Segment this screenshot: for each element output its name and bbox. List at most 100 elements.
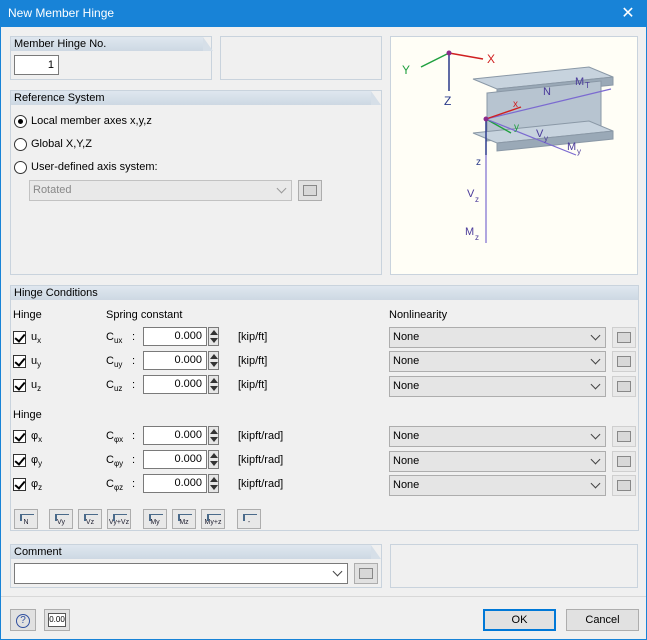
- colon: :: [132, 454, 136, 466]
- axis-label-Y: Y: [402, 63, 410, 77]
- edit-icon: [617, 480, 631, 491]
- spinner-cphiy[interactable]: [208, 450, 219, 469]
- comment-input[interactable]: [14, 563, 348, 584]
- radio-user-defined-axes[interactable]: [14, 161, 27, 174]
- radio-local-axes-label: Local member axes x,y,z: [31, 115, 152, 127]
- radio-user-defined-axes-label: User-defined axis system:: [31, 161, 158, 173]
- nonlinearity-select-uy[interactable]: None: [389, 351, 606, 372]
- spinner-cux[interactable]: [208, 327, 219, 346]
- axis-label-Z: Z: [444, 94, 451, 108]
- spinner-cphix[interactable]: [208, 426, 219, 445]
- spring-input-cuy[interactable]: 0.000: [143, 351, 207, 370]
- hinge-info-box: [220, 36, 382, 80]
- member-hinge-no-group: Member Hinge No. 1: [10, 36, 213, 80]
- spring-input-cphiy[interactable]: 0.000: [143, 450, 207, 469]
- nonlinearity-edit-button-phix[interactable]: [612, 426, 636, 447]
- release-Vyz-button[interactable]: Vy+Vz: [107, 509, 131, 529]
- release-Mz-button[interactable]: Mz: [172, 509, 196, 529]
- release-none-button[interactable]: -: [237, 509, 261, 529]
- spring-constant-column-header: Spring constant: [106, 309, 183, 321]
- spinner-cuz[interactable]: [208, 375, 219, 394]
- nonlinearity-select-uz[interactable]: None: [389, 376, 606, 397]
- library-icon: [359, 568, 373, 579]
- spring-input-cphix[interactable]: 0.000: [143, 426, 207, 445]
- chevron-down-icon: [276, 183, 287, 194]
- release-N-button[interactable]: N: [14, 509, 38, 529]
- force-label-Vz: V: [467, 188, 475, 200]
- nonlinearity-edit-button-uy[interactable]: [612, 351, 636, 372]
- checkbox-phix[interactable]: [13, 430, 26, 443]
- checkbox-phiz[interactable]: [13, 478, 26, 491]
- nonlinearity-select-ux[interactable]: None: [389, 327, 606, 348]
- hinge-label-phix: φx: [31, 430, 42, 444]
- comment-library-button[interactable]: [354, 563, 378, 584]
- axis-label-x: x: [513, 99, 518, 110]
- member-hinge-no-header: Member Hinge No.: [11, 37, 213, 51]
- radio-local-axes[interactable]: [14, 115, 27, 128]
- comment-group: Comment: [10, 544, 382, 588]
- units-button[interactable]: 0.00: [44, 609, 70, 631]
- chevron-down-icon: [590, 429, 601, 440]
- hinge-sub: y: [38, 459, 43, 469]
- nonlinearity-value: None: [393, 455, 420, 467]
- moment-label-My-sub: y: [577, 147, 581, 156]
- nonlinearity-select-phix[interactable]: None: [389, 426, 606, 447]
- spring-symbol: C: [106, 331, 114, 343]
- nonlinearity-select-phiy[interactable]: None: [389, 451, 606, 472]
- release-My-button[interactable]: My: [143, 509, 167, 529]
- chevron-down-icon: [590, 354, 601, 365]
- spring-input-cux[interactable]: 0.000: [143, 327, 207, 346]
- close-icon[interactable]: ✕: [618, 4, 638, 24]
- spring-sub: φx: [113, 435, 124, 445]
- colon: :: [132, 331, 136, 343]
- force-label-Vz-sub: z: [475, 195, 479, 204]
- unit-cux: [kip/ft]: [238, 331, 268, 343]
- spring-input-cphiz[interactable]: 0.000: [143, 474, 207, 493]
- spinner-cuy[interactable]: [208, 351, 219, 370]
- spring-input-cuz[interactable]: 0.000: [143, 375, 207, 394]
- nonlinearity-value: None: [393, 380, 420, 392]
- spring-sub: φz: [113, 483, 124, 493]
- nonlinearity-edit-button-phiy[interactable]: [612, 451, 636, 472]
- checkbox-phiy[interactable]: [13, 454, 26, 467]
- moment-label-Mz-sub: z: [475, 233, 479, 242]
- checkbox-uz[interactable]: [13, 379, 26, 392]
- spring-symbol: C: [106, 430, 114, 442]
- spinner-cphiz[interactable]: [208, 474, 219, 493]
- edit-icon: [617, 332, 631, 343]
- comment-header: Comment: [11, 545, 381, 559]
- chevron-down-icon: [590, 379, 601, 390]
- chevron-down-icon: [332, 566, 343, 577]
- cancel-button[interactable]: Cancel: [566, 609, 639, 631]
- nonlinearity-value: None: [393, 479, 420, 491]
- nonlinearity-select-phiz[interactable]: None: [389, 475, 606, 496]
- hinge-sub: y: [37, 360, 42, 370]
- release-Myz-button[interactable]: My+z: [201, 509, 225, 529]
- comment-side-box: [390, 544, 638, 588]
- spring-label-cphiy: Cφy: [106, 454, 123, 468]
- help-button[interactable]: ?: [10, 609, 36, 631]
- release-Vy-button[interactable]: Vy: [49, 509, 73, 529]
- nonlinearity-edit-button-uz[interactable]: [612, 376, 636, 397]
- edit-icon: [617, 431, 631, 442]
- unit-cphiy: [kipft/rad]: [238, 454, 284, 466]
- hinge-number-field[interactable]: 1: [14, 55, 59, 75]
- nonlinearity-column-header: Nonlinearity: [389, 309, 448, 321]
- hinge-conditions-group: Hinge Conditions Hinge Spring constant N…: [10, 285, 639, 531]
- release-Vz-button[interactable]: Vz: [78, 509, 102, 529]
- nonlinearity-edit-button-ux[interactable]: [612, 327, 636, 348]
- hinge-column-header: Hinge: [13, 309, 42, 321]
- axis-system-select[interactable]: Rotated: [29, 180, 292, 201]
- unit-cphix: [kipft/rad]: [238, 430, 284, 442]
- title-bar: New Member Hinge ✕: [1, 1, 646, 27]
- ok-button[interactable]: OK: [483, 609, 556, 631]
- hinge-label-phiz: φz: [31, 478, 42, 492]
- axis-system-edit-button[interactable]: [298, 180, 322, 201]
- edit-icon: [617, 381, 631, 392]
- unit-cuy: [kip/ft]: [238, 355, 268, 367]
- checkbox-uy[interactable]: [13, 355, 26, 368]
- radio-global-axes[interactable]: [14, 138, 27, 151]
- dialog-window: New Member Hinge ✕ Member Hinge No. 1 Re…: [0, 0, 647, 640]
- checkbox-ux[interactable]: [13, 331, 26, 344]
- nonlinearity-edit-button-phiz[interactable]: [612, 475, 636, 496]
